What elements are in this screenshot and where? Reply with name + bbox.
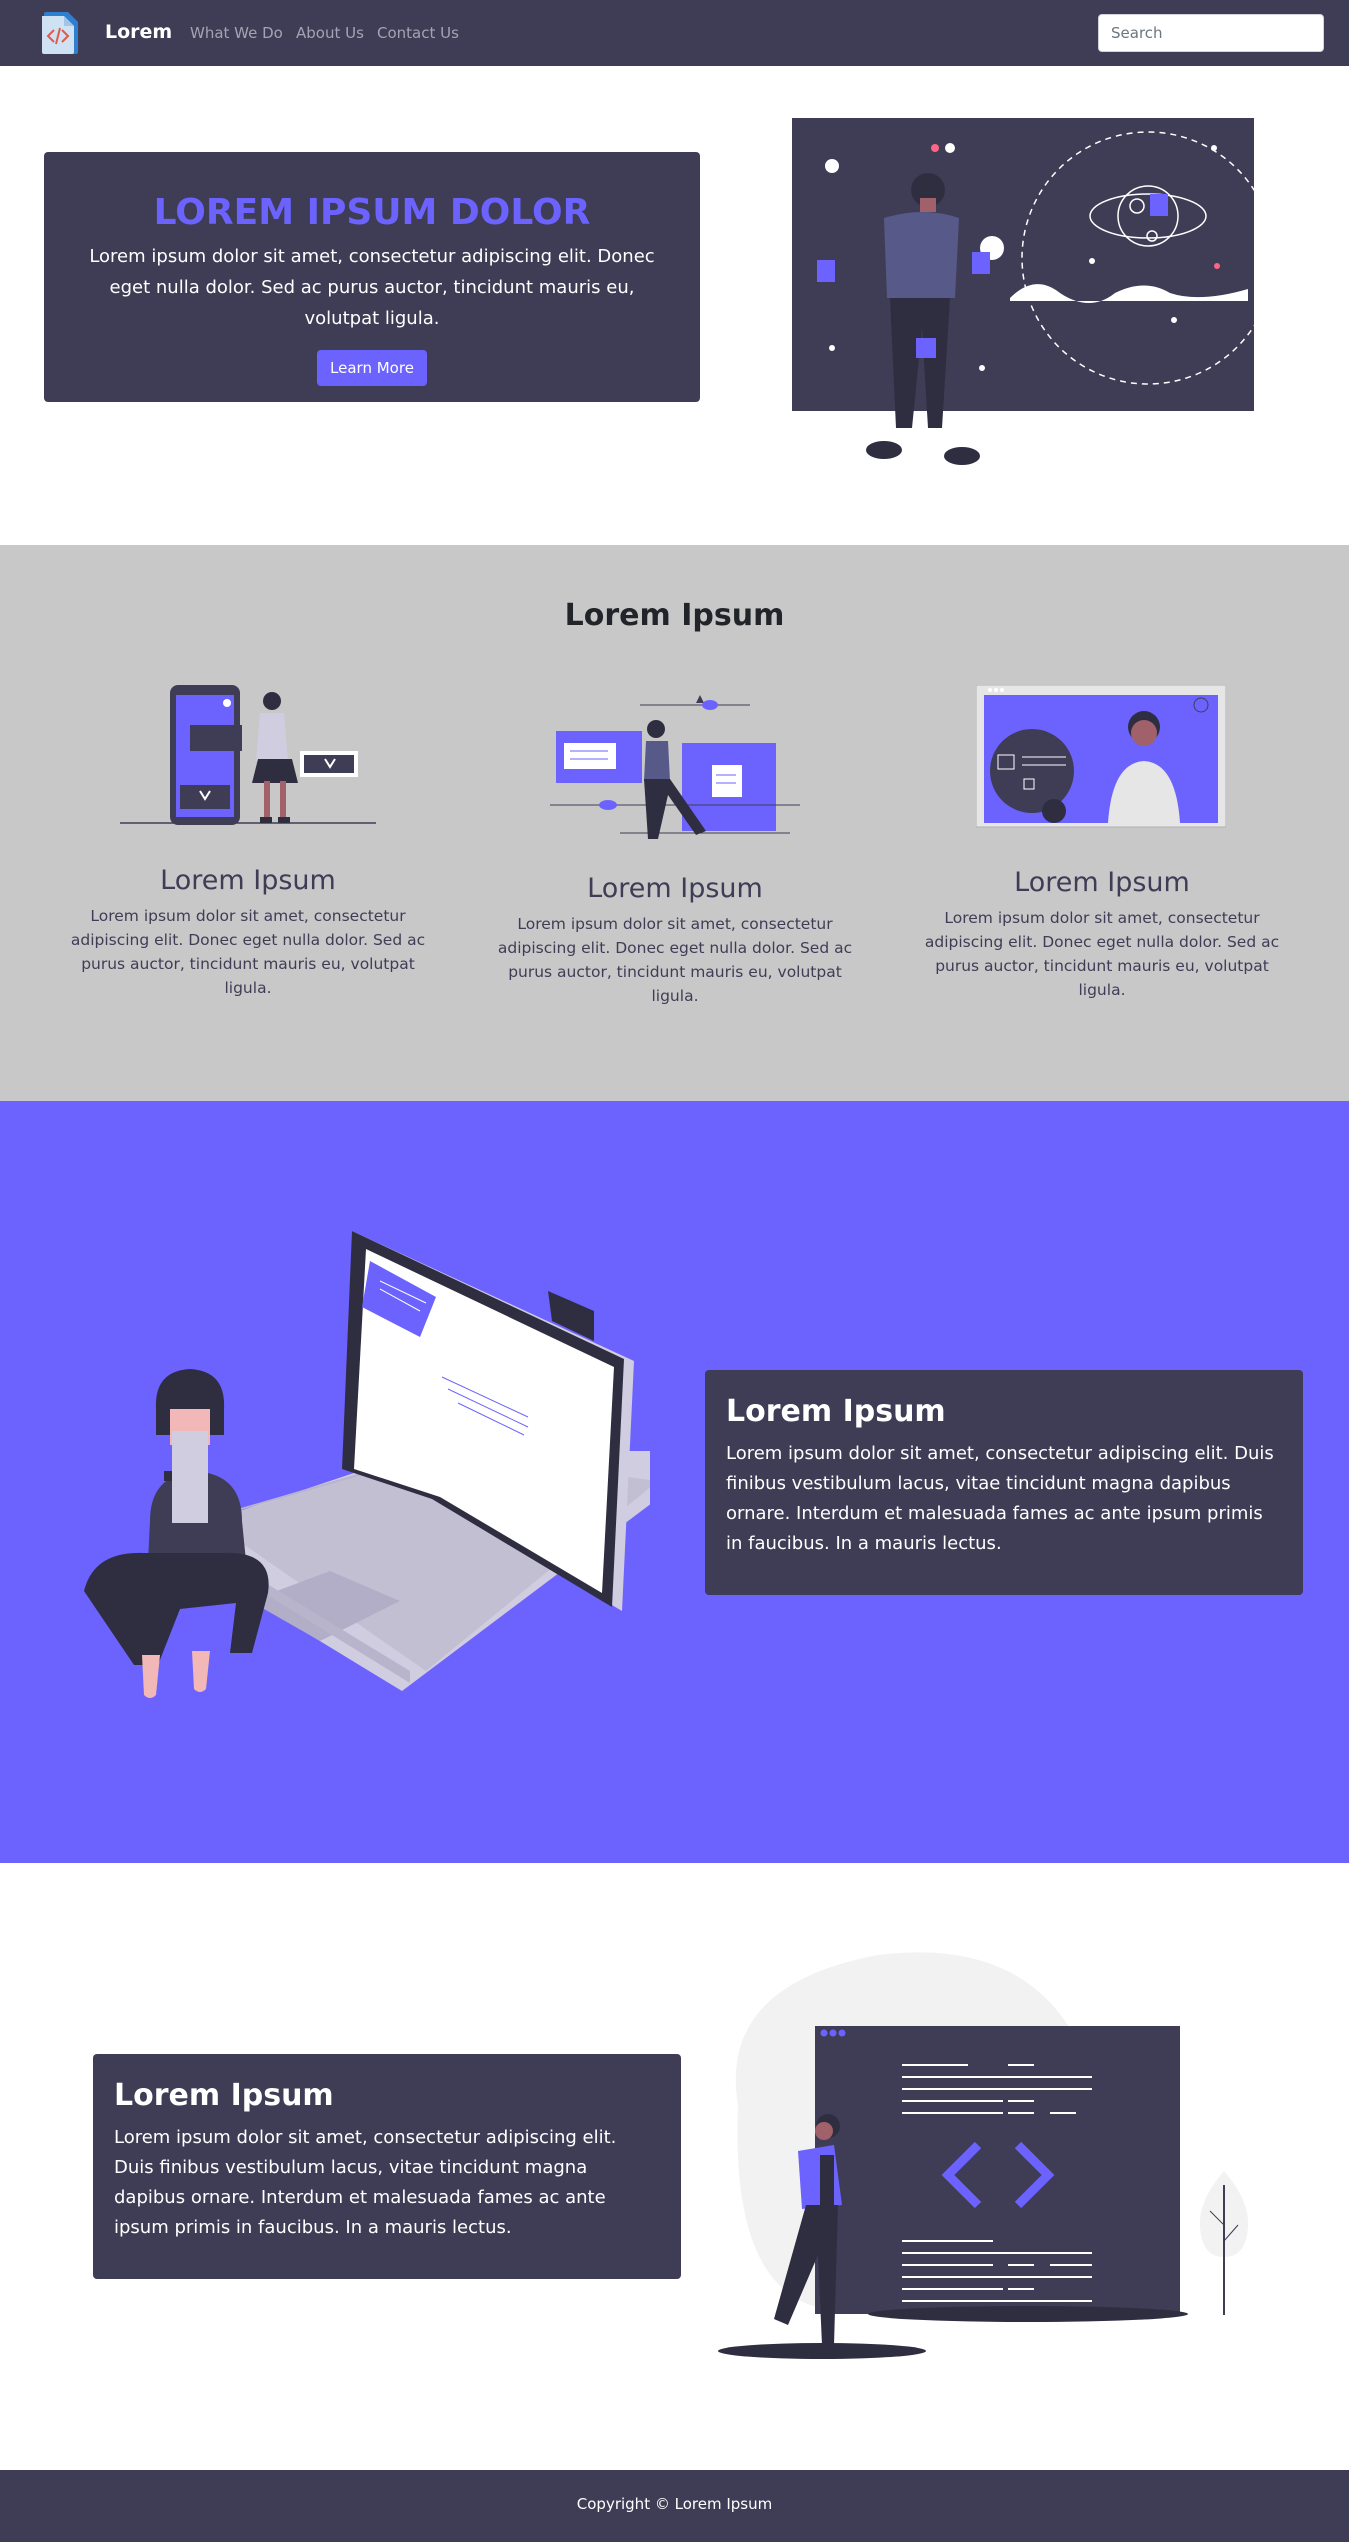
features-title: Lorem Ipsum (564, 598, 785, 633)
laptop-woman-illustration (84, 1231, 650, 1698)
feature-card-2: Lorem Ipsum Lorem ipsum dolor sit amet, … (495, 873, 855, 1008)
info-card-1: Lorem Ipsum Lorem ipsum dolor sit amet, … (705, 1370, 1303, 1595)
board-woman-illustration (550, 695, 800, 839)
info-text-1: Lorem ipsum dolor sit amet, consectetur … (726, 1443, 1274, 1554)
info-title-2: Lorem Ipsum (114, 2078, 334, 2113)
feature-card-3: Lorem Ipsum Lorem ipsum dolor sit amet, … (922, 867, 1282, 1002)
feature-title-1: Lorem Ipsum (160, 865, 336, 896)
search-input[interactable] (1098, 14, 1324, 52)
info-card-2: Lorem Ipsum Lorem ipsum dolor sit amet, … (93, 2054, 681, 2279)
hero-space-illustration (792, 118, 1254, 465)
nav-link-what-we-do[interactable]: What We Do (190, 24, 283, 42)
footer: Copyright © Lorem Ipsum (0, 2470, 1349, 2542)
hero-title: LOREM IPSUM DOLOR (153, 192, 591, 233)
feature-text-1: Lorem ipsum dolor sit amet, consectetur … (70, 907, 426, 997)
feature-title-2: Lorem Ipsum (587, 873, 763, 904)
navbar: Lorem What We Do About Us Contact Us (0, 0, 1349, 66)
code-file-logo-icon[interactable] (40, 10, 80, 56)
feature-text-2: Lorem ipsum dolor sit amet, consectetur … (497, 915, 853, 1005)
learn-more-button[interactable]: Learn More (317, 350, 427, 386)
brand-name[interactable]: Lorem (105, 21, 172, 43)
code-screen-illustration (718, 1952, 1249, 2359)
feature-title-3: Lorem Ipsum (1014, 867, 1190, 898)
hero-text: Lorem ipsum dolor sit amet, consectetur … (89, 246, 655, 329)
feature-card-1: Lorem Ipsum Lorem ipsum dolor sit amet, … (68, 865, 428, 1000)
info-title-1: Lorem Ipsum (726, 1394, 946, 1429)
info-text-2: Lorem ipsum dolor sit amet, consectetur … (114, 2127, 617, 2238)
phone-woman-illustration (120, 685, 376, 825)
nav-link-contact-us[interactable]: Contact Us (377, 24, 459, 42)
video-call-illustration (976, 685, 1226, 828)
copyright-text: Copyright © Lorem Ipsum (576, 2495, 773, 2513)
hero-card: LOREM IPSUM DOLOR Lorem ipsum dolor sit … (44, 152, 700, 402)
features-section: Lorem Ipsum Lorem Ipsum Lorem ipsum dolo… (0, 545, 1349, 1101)
page: Lorem What We Do About Us Contact Us LOR… (0, 0, 1364, 2542)
laptop-section: Lorem Ipsum Lorem ipsum dolor sit amet, … (0, 1101, 1349, 1863)
nav-link-about-us[interactable]: About Us (296, 24, 364, 42)
feature-text-3: Lorem ipsum dolor sit amet, consectetur … (924, 909, 1280, 999)
